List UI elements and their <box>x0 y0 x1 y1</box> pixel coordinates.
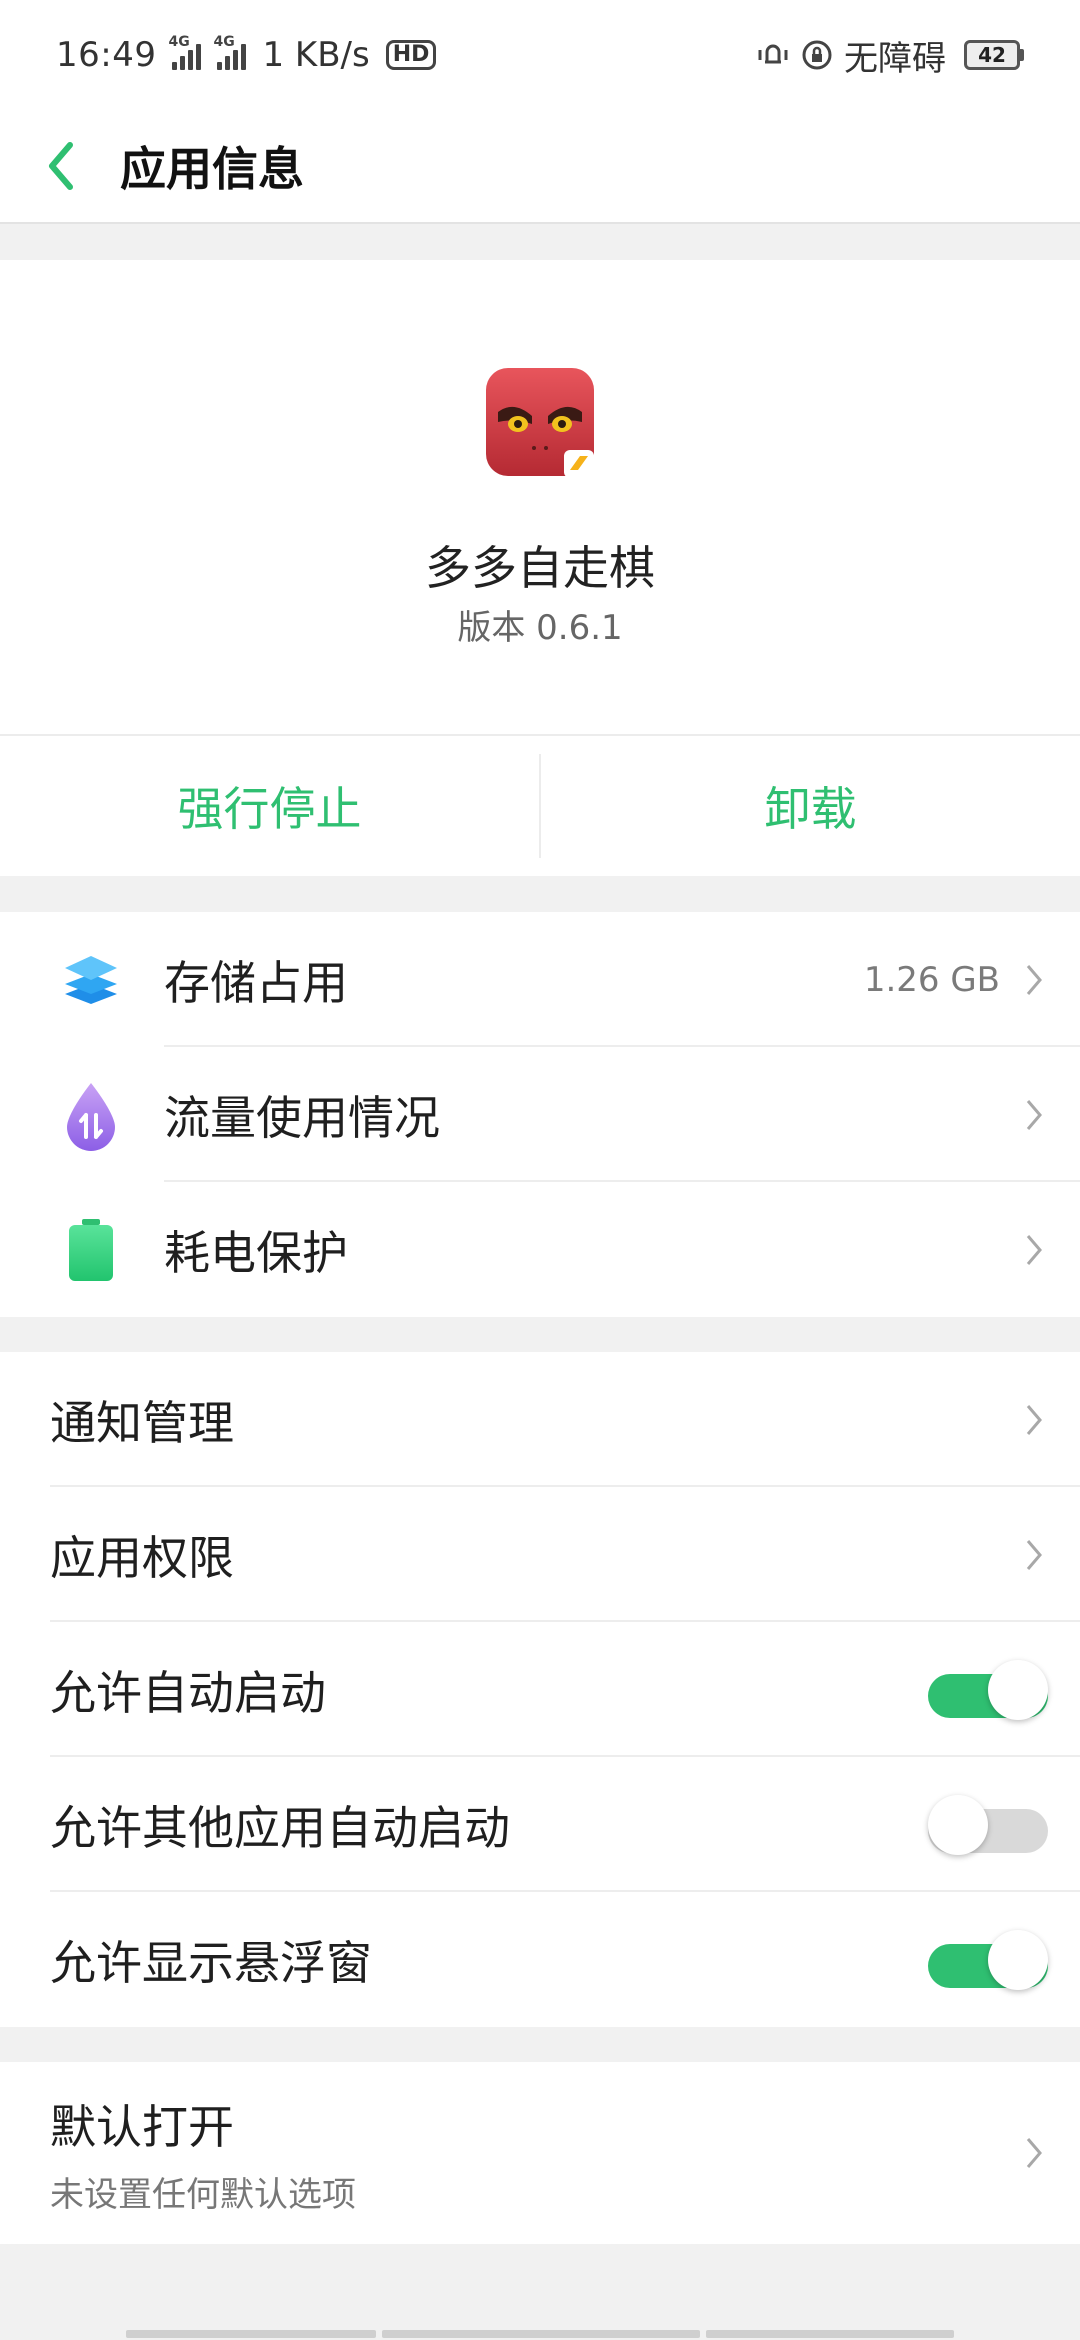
nav-segment <box>382 2330 700 2338</box>
auto-start-toggle[interactable] <box>928 1659 1048 1720</box>
signal-sim2-icon: 4G <box>213 34 247 70</box>
default-open-label: 默认打开 <box>50 2099 234 2154</box>
app-permissions-row[interactable]: 应用权限 <box>0 1487 1080 1622</box>
signal-sim2-tag: 4G <box>213 34 235 50</box>
app-permissions-label: 应用权限 <box>50 1530 234 1585</box>
network-speed: 1 KB/s <box>262 35 370 75</box>
data-usage-label: 流量使用情况 <box>164 1090 440 1145</box>
chevron-right-icon <box>1026 1404 1042 1435</box>
nav-segment <box>126 2330 376 2338</box>
chevron-left-icon <box>49 142 73 190</box>
app-summary-card: 多多自走棋 版本 0.6.1 <box>0 260 1080 736</box>
storage-value: 1.26 GB <box>863 959 1000 1000</box>
accessibility-label: 无障碍 <box>844 38 946 79</box>
auto-start-label: 允许自动启动 <box>50 1665 326 1720</box>
storage-layers-icon <box>46 935 136 1025</box>
app-bar: 应用信息 <box>0 110 1080 224</box>
battery-level: 42 <box>964 40 1020 70</box>
default-open-row[interactable]: 默认打开 未设置任何默认选项 <box>0 2062 1080 2244</box>
app-actions: 强行停止 卸载 <box>0 736 1080 876</box>
notification-management-row[interactable]: 通知管理 <box>0 1352 1080 1487</box>
app-icon <box>484 366 596 478</box>
floating-window-toggle[interactable] <box>928 1929 1048 1990</box>
usage-group: 存储占用 1.26 GB 流量使用情况 耗电保护 <box>0 912 1080 1317</box>
default-open-group: 默认打开 未设置任何默认选项 <box>0 2062 1080 2244</box>
chevron-right-icon <box>1026 1099 1042 1130</box>
uninstall-button[interactable]: 卸载 <box>541 736 1080 876</box>
battery-icon: 42 <box>964 40 1024 70</box>
allow-other-apps-start-row: 允许其他应用自动启动 <box>0 1757 1080 1892</box>
vibrate-mode-icon <box>756 38 790 72</box>
data-usage-drop-icon <box>46 1070 136 1160</box>
hd-voice-icon: HD <box>385 40 437 70</box>
storage-label: 存储占用 <box>164 955 348 1010</box>
floating-window-label: 允许显示悬浮窗 <box>50 1935 372 1990</box>
chevron-right-icon <box>1026 964 1042 995</box>
notification-management-label: 通知管理 <box>50 1395 234 1450</box>
chevron-right-icon <box>1026 1234 1042 1265</box>
chevron-right-icon <box>1026 1539 1042 1570</box>
page-title: 应用信息 <box>120 142 304 196</box>
allow-other-apps-start-label: 允许其他应用自动启动 <box>50 1800 510 1855</box>
force-stop-button[interactable]: 强行停止 <box>0 736 539 876</box>
nav-segment <box>706 2330 954 2338</box>
default-open-subtitle: 未设置任何默认选项 <box>50 2174 356 2215</box>
chevron-right-icon <box>1026 2138 1042 2168</box>
status-right: 无障碍 42 <box>756 31 1024 80</box>
signal-sim1-icon: 4G <box>168 34 202 70</box>
allow-other-apps-start-toggle[interactable] <box>928 1794 1048 1855</box>
app-name: 多多自走棋 <box>425 541 655 595</box>
navigation-bar <box>0 2300 1080 2340</box>
battery-protection-label: 耗电保护 <box>164 1225 348 1280</box>
storage-row[interactable]: 存储占用 1.26 GB <box>0 912 1080 1047</box>
battery-protection-row[interactable]: 耗电保护 <box>0 1182 1080 1317</box>
status-time: 16:49 <box>56 35 157 75</box>
auto-start-row: 允许自动启动 <box>0 1622 1080 1757</box>
settings-group: 通知管理 应用权限 允许自动启动 允许其他应用自动启动 允许显示悬浮窗 <box>0 1352 1080 2027</box>
app-version: 版本 0.6.1 <box>457 608 623 648</box>
floating-window-row: 允许显示悬浮窗 <box>0 1892 1080 2027</box>
back-button[interactable] <box>0 109 120 223</box>
rotation-lock-icon <box>800 38 834 72</box>
signal-sim1-tag: 4G <box>168 34 190 50</box>
battery-icon <box>46 1205 136 1295</box>
data-usage-row[interactable]: 流量使用情况 <box>0 1047 1080 1182</box>
status-bar: 16:49 4G 4G 1 KB/s HD 无障碍 42 <box>0 0 1080 110</box>
status-left: 16:49 4G 4G 1 KB/s HD <box>56 34 437 75</box>
